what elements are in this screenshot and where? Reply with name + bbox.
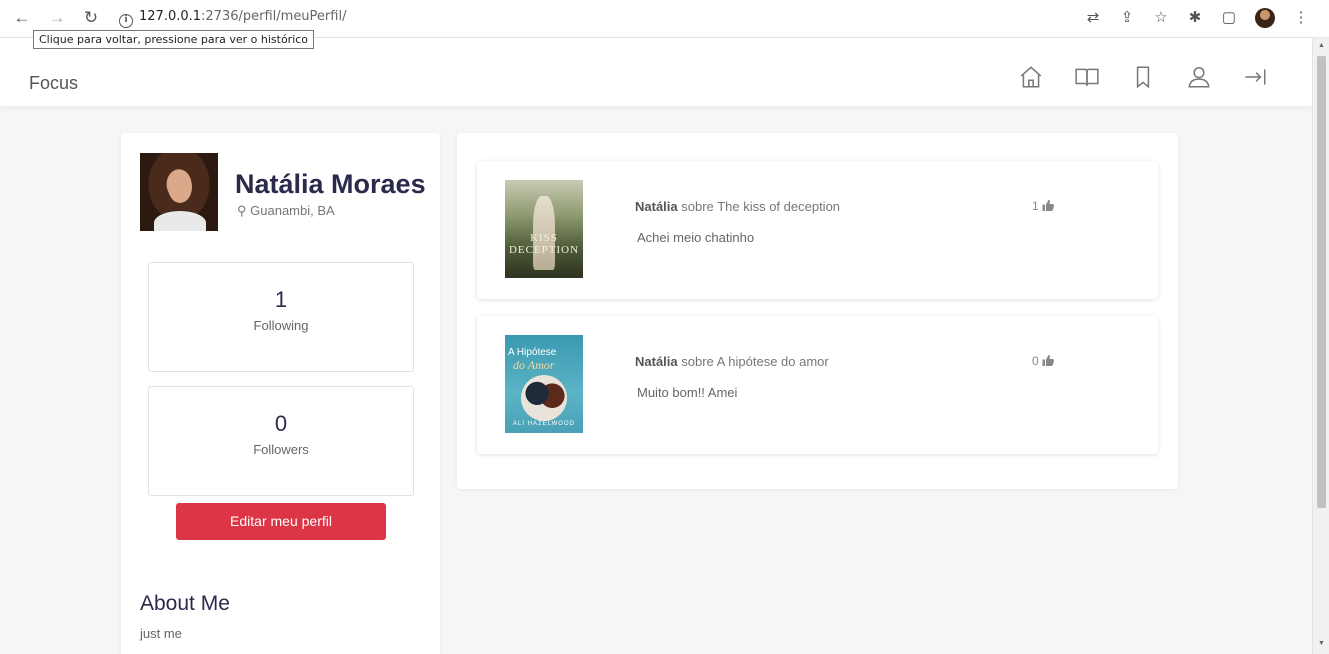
about-me-text: just me [140, 626, 182, 641]
bookmark-icon[interactable] [1130, 64, 1156, 90]
review-connector: sobre [681, 354, 714, 369]
review-text: Muito bom!! Amei [637, 385, 738, 400]
cover-title: KISS DECEPTION [508, 232, 580, 256]
review-connector: sobre [681, 199, 714, 214]
review-header: Natália sobre A hipótese do amor [635, 354, 829, 369]
thumbs-up-icon[interactable] [1042, 200, 1054, 211]
logout-icon[interactable] [1242, 64, 1268, 90]
browser-actions: ⇄ ⇪ ☆ ✱ ▢ ⋮ [1085, 8, 1309, 28]
review-header: Natália sobre The kiss of deception [635, 199, 840, 214]
reviews-feed: KISS DECEPTION Natália sobre The kiss of… [457, 133, 1178, 489]
back-button-tooltip: Clique para voltar, pressione para ver o… [33, 30, 315, 49]
profile-location: ⚲ Guanambi, BA [237, 203, 335, 219]
profile-name: Natália Moraes [235, 169, 426, 199]
brand-logo[interactable]: Focus [29, 73, 78, 94]
following-label: Following [253, 318, 309, 333]
thumbs-up-icon[interactable] [1042, 355, 1054, 366]
profile-card: Natália Moraes ⚲ Guanambi, BA 1 Followin… [121, 133, 440, 654]
like-count[interactable]: 0 [1032, 354, 1054, 368]
following-stat[interactable]: 1 Following [148, 262, 414, 372]
scrollbar-thumb[interactable] [1317, 56, 1326, 508]
star-icon[interactable]: ☆ [1153, 8, 1169, 28]
url-path: :2736/perfil/meuPerfil/ [201, 9, 347, 24]
followers-label: Followers [253, 442, 309, 457]
translate-icon[interactable]: ⇄ [1085, 8, 1101, 28]
review-author[interactable]: Natália [635, 199, 678, 214]
scroll-down-icon[interactable]: ▼ [1313, 640, 1329, 647]
extensions-icon[interactable]: ✱ [1187, 8, 1203, 28]
like-count[interactable]: 1 [1032, 199, 1054, 213]
location-text: Guanambi, BA [250, 203, 335, 218]
header-nav [1018, 64, 1268, 90]
review-author[interactable]: Natália [635, 354, 678, 369]
review-book-title[interactable]: The kiss of deception [717, 199, 840, 214]
cover-title: A Hipótese [508, 347, 557, 358]
followers-stat[interactable]: 0 Followers [148, 386, 414, 496]
site-info-icon[interactable]: i [119, 14, 133, 28]
browser-profile-avatar[interactable] [1255, 8, 1275, 28]
menu-kebab-icon[interactable]: ⋮ [1293, 8, 1309, 28]
review-text: Achei meio chatinho [637, 230, 755, 245]
url-host: 127.0.0.1 [139, 9, 202, 24]
side-panel-icon[interactable]: ▢ [1221, 8, 1237, 28]
like-number: 0 [1032, 354, 1039, 368]
book-open-icon[interactable] [1074, 64, 1100, 90]
edit-profile-button[interactable]: Editar meu perfil [176, 503, 386, 540]
address-bar[interactable]: i 127.0.0.1:2736/perfil/meuPerfil/ [119, 9, 346, 28]
share-icon[interactable]: ⇪ [1119, 8, 1135, 28]
review-book-title[interactable]: A hipótese do amor [717, 354, 829, 369]
map-pin-icon: ⚲ [237, 203, 251, 218]
cover-subtitle: do Amor [513, 358, 555, 372]
page-scrollbar[interactable]: ▲ ▼ [1312, 38, 1329, 654]
forward-arrow-icon[interactable]: → [47, 8, 67, 28]
cover-author: ALI HAZELWOOD [513, 421, 575, 427]
book-cover[interactable]: KISS DECEPTION [505, 180, 583, 278]
reload-icon[interactable]: ↻ [81, 8, 101, 28]
back-arrow-icon[interactable]: ← [12, 8, 32, 28]
review-card[interactable]: A Hipótese do Amor ALI HAZELWOOD Natália… [477, 316, 1158, 454]
scroll-up-icon[interactable]: ▲ [1313, 42, 1329, 49]
home-icon[interactable] [1018, 64, 1044, 90]
following-count: 1 [274, 287, 288, 312]
profile-avatar [140, 153, 218, 231]
book-cover[interactable]: A Hipótese do Amor ALI HAZELWOOD [505, 335, 583, 433]
about-me-heading: About Me [140, 592, 230, 615]
review-card[interactable]: KISS DECEPTION Natália sobre The kiss of… [477, 161, 1158, 299]
followers-count: 0 [274, 411, 288, 436]
user-icon[interactable] [1186, 64, 1212, 90]
like-number: 1 [1032, 199, 1039, 213]
